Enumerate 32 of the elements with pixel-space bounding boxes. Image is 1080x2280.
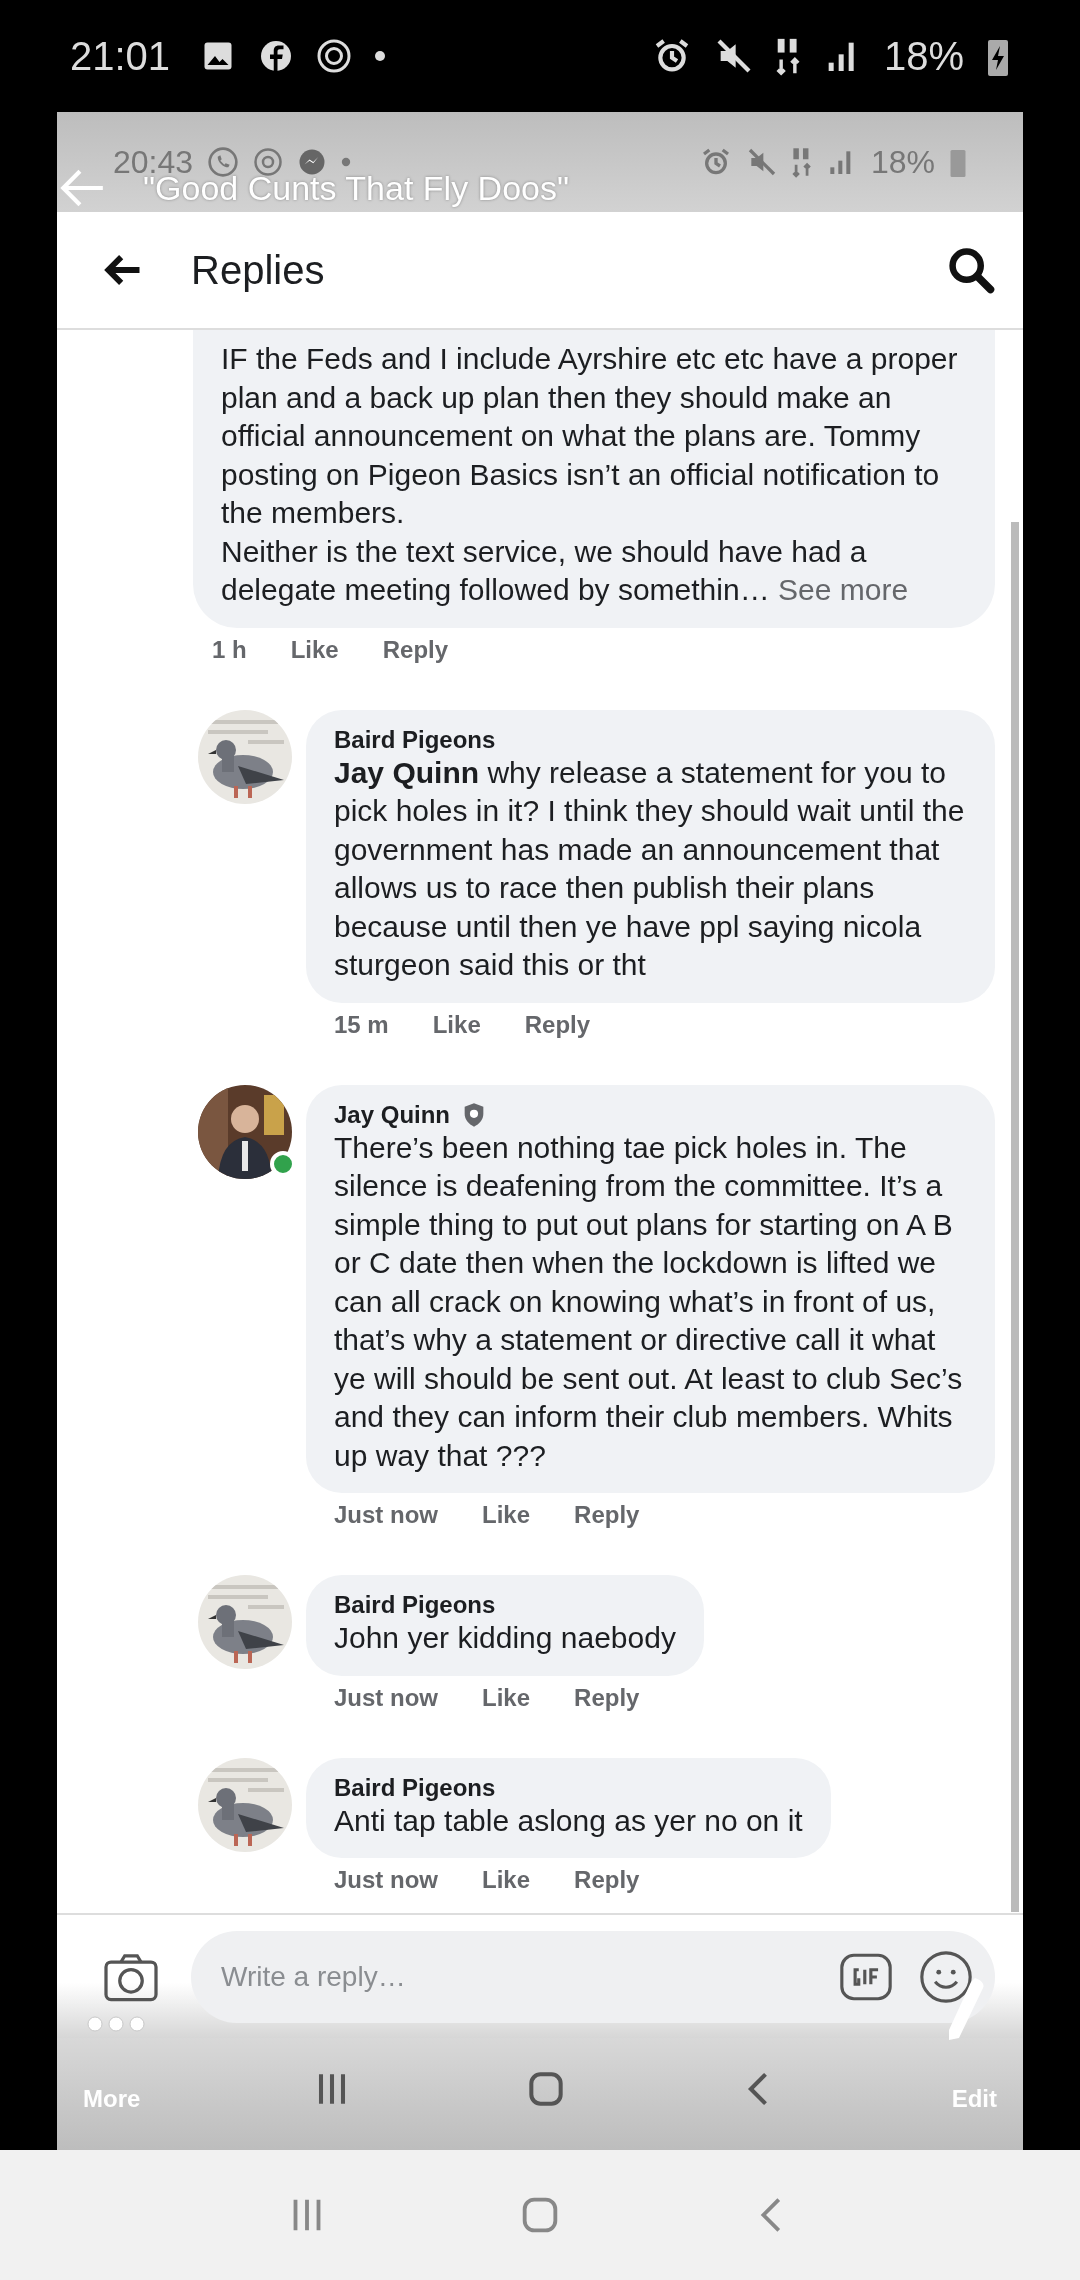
reply-link[interactable]: Reply	[574, 1683, 640, 1712]
battery-percent: 18%	[883, 33, 964, 79]
comment-time: 1 h	[212, 635, 247, 664]
comment-text: There’s been nothing tae pick holes in. The silence is deafening from the committee. It’s a simple thing to put out plans for starting on A B or C date then when the lockdown is lifted we can all crack on knowing what’s in front of us, that’s why a statement or directive call it what ye will should be sent out. At least to club Sec’s and they can inform their club members. Whits up way that ???	[334, 1129, 964, 1474]
comment-text: Neither is the text service, we should have had a delegate meeting followed by somethin… See more	[221, 533, 910, 608]
comment-text: Anti tap table aslong as yer no on it	[334, 1802, 803, 1839]
author-name[interactable]: Jay Quinn	[334, 1100, 451, 1129]
text-input[interactable]: Write a reply…	[219, 1959, 815, 1994]
like-link[interactable]: Like	[482, 1501, 531, 1529]
like-link[interactable]: Like	[290, 635, 339, 664]
see-more-link[interactable]: See more	[778, 573, 909, 606]
like-link[interactable]: Like	[482, 1866, 531, 1894]
comment-text: Jay Quinn why release a statement for you to pick holes in it? I think they should wait until the government has made an announcement that allows us to race then publish their plans because until then ye have ppl saying nicola sturgeon said this or tht	[334, 754, 966, 983]
comment-text: John yer kidding naebody	[334, 1620, 676, 1656]
like-link[interactable]: Like	[432, 1010, 481, 1039]
comment-time: 15 m	[334, 1010, 389, 1039]
author-name[interactable]: Baird Pigeons	[334, 1591, 496, 1619]
reply-link[interactable]: Reply	[382, 635, 449, 664]
like-link[interactable]: Like	[482, 1683, 531, 1712]
reply-link[interactable]: Reply	[524, 1010, 591, 1039]
comment-time: Just now	[334, 1501, 438, 1529]
reply-link[interactable]: Reply	[574, 1866, 640, 1894]
comment-time: Just now	[334, 1683, 438, 1712]
author-name[interactable]: Baird Pigeons	[334, 725, 496, 754]
author-name[interactable]: Baird Pigeons	[334, 1773, 496, 1802]
comment-text: IF the Feds and I include Ayrshire etc etc have a proper plan and a back up plan then they should make an official announcement on what the plans are. Tommy posting on Pigeon Basics isn’t an official notification to the members.	[221, 341, 959, 531]
reply-field[interactable]: Write a reply…	[191, 1930, 995, 2023]
battery-percent: 18%	[870, 143, 935, 181]
comment-time: Just now	[334, 1866, 438, 1894]
reply-link[interactable]: Reply	[574, 1501, 640, 1529]
status-time: 21:01	[70, 33, 171, 79]
page-title: Replies	[191, 247, 326, 293]
